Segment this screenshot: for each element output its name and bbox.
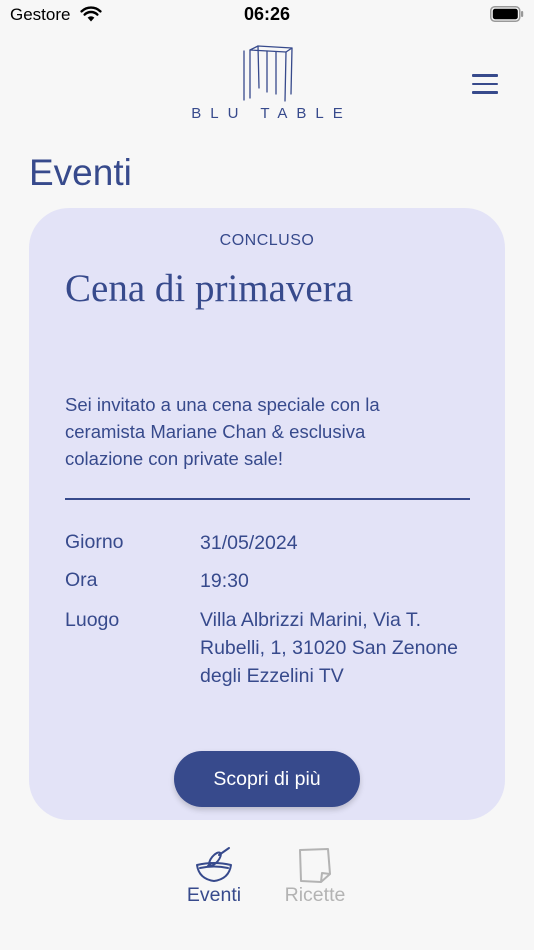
divider xyxy=(65,498,470,500)
detail-value-location: Villa Albrizzi Marini, Via T. Rubelli, 1… xyxy=(200,609,459,687)
menu-line-icon xyxy=(472,91,498,94)
detail-label-time: Ora xyxy=(65,569,98,591)
tab-bar: Eventi Ricette xyxy=(0,840,534,920)
page-title: Eventi xyxy=(29,152,132,193)
bowl-whisk-icon xyxy=(196,847,232,882)
note-page-icon xyxy=(299,848,331,883)
logo-text: BLU TABLE xyxy=(191,105,352,122)
event-status-label: CONCLUSO xyxy=(219,232,315,249)
discover-more-button[interactable]: Scopri di più xyxy=(174,751,360,807)
status-clock: 06:26 xyxy=(243,4,291,24)
blu-table-logo: BLU TABLE xyxy=(180,44,354,128)
detail-label-day: Giorno xyxy=(65,531,124,553)
detail-value-time: 19:30 xyxy=(200,570,249,592)
battery-icon xyxy=(490,6,524,22)
hamburger-menu-button[interactable] xyxy=(472,74,498,96)
tab-ricette[interactable]: Ricette xyxy=(265,840,365,907)
status-bar: Gestore 06:26 xyxy=(0,0,534,30)
table-logo-icon xyxy=(243,45,293,102)
menu-line-icon xyxy=(472,74,498,77)
detail-label-location: Luogo xyxy=(65,609,120,631)
event-title: Cena di primavera xyxy=(65,267,354,310)
tab-ricette-label: Ricette xyxy=(284,884,346,906)
event-description: Sei invitato a una cena speciale con la … xyxy=(65,394,380,469)
detail-value-day: 31/05/2024 xyxy=(200,532,298,554)
tab-eventi[interactable]: Eventi xyxy=(164,840,264,907)
menu-line-icon xyxy=(472,82,498,85)
tab-eventi-label: Eventi xyxy=(186,884,242,906)
event-card: CONCLUSO Cena di primavera Sei invitato … xyxy=(29,208,505,820)
